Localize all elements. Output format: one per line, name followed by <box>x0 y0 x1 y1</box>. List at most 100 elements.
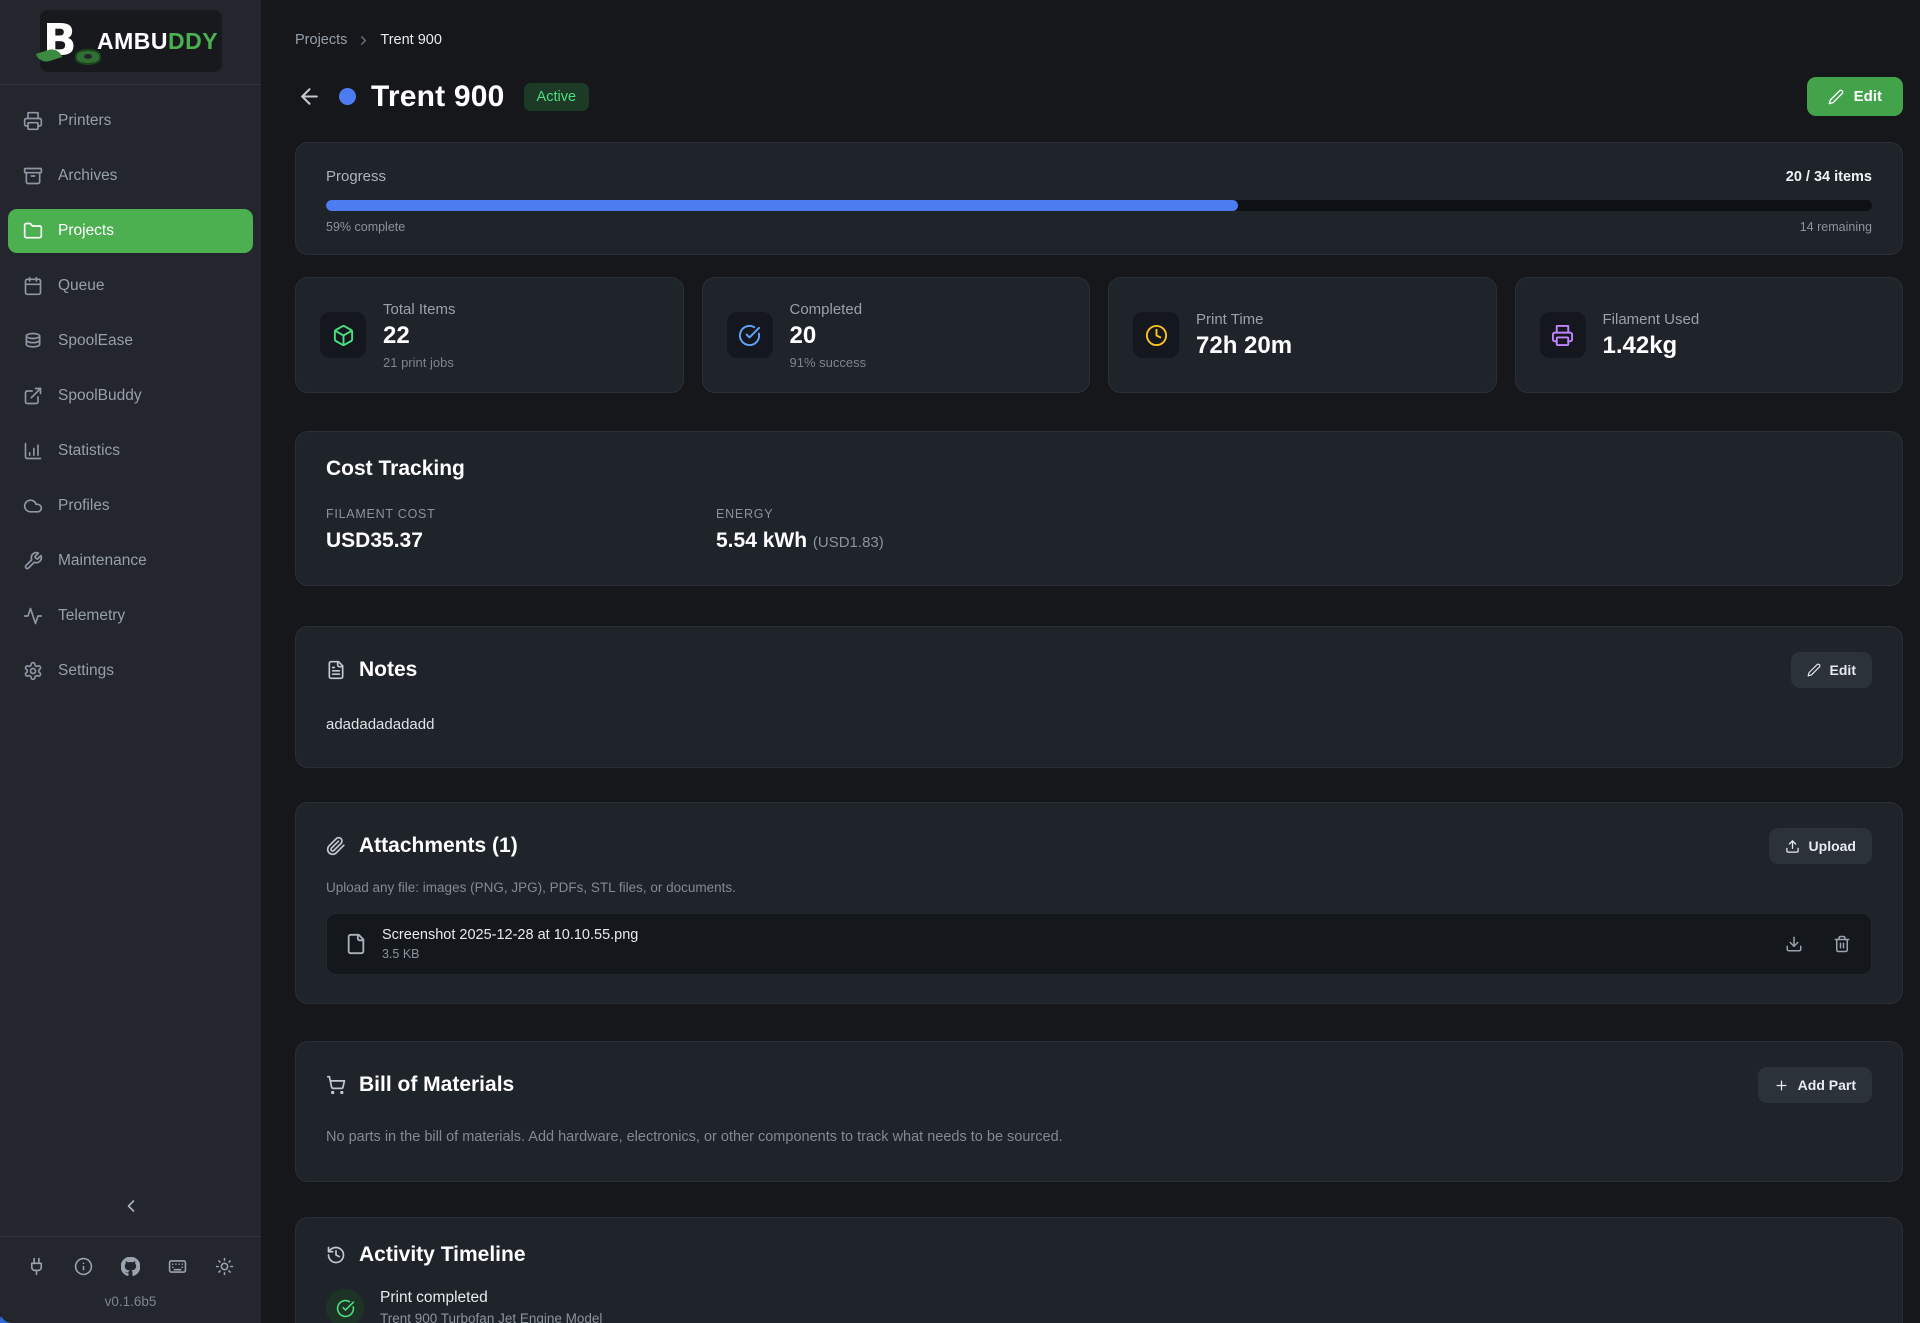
sidebar-item-statistics[interactable]: Statistics <box>8 429 253 473</box>
sidebar-item-label: Maintenance <box>58 552 147 570</box>
stat-icon-box <box>727 312 773 358</box>
project-status-dot <box>339 88 356 105</box>
shopping-cart-icon <box>326 1075 346 1095</box>
integrations-button[interactable] <box>25 1255 48 1278</box>
github-button[interactable] <box>119 1255 142 1278</box>
sidebar-item-printers[interactable]: Printers <box>8 99 253 143</box>
progress-card: Progress 20 / 34 items 59% complete 14 r… <box>295 142 1903 255</box>
sidebar-item-maintenance[interactable]: Maintenance <box>8 539 253 583</box>
archive-icon <box>23 166 43 186</box>
about-button[interactable] <box>72 1255 95 1278</box>
wrench-icon <box>23 551 43 571</box>
stat-label: Print Time <box>1196 311 1292 328</box>
attachments-hint: Upload any file: images (PNG, JPG), PDFs… <box>326 880 1872 895</box>
filament-cost-value: USD35.37 <box>326 529 716 553</box>
file-icon <box>345 933 367 955</box>
bom-empty-text: No parts in the bill of materials. Add h… <box>326 1129 1872 1145</box>
brand-mark-icon: B <box>43 17 91 65</box>
sidebar-item-projects[interactable]: Projects <box>8 209 253 253</box>
delete-attachment-button[interactable] <box>1831 933 1853 955</box>
logo-container: B AMBUDDY <box>0 0 261 85</box>
sidebar-item-spoolbuddy[interactable]: SpoolBuddy <box>8 374 253 418</box>
stat-value: 22 <box>383 322 456 350</box>
attachments-title: Attachments (1) <box>359 834 518 858</box>
stat-value: 1.42kg <box>1603 332 1700 360</box>
sidebar-item-archives[interactable]: Archives <box>8 154 253 198</box>
energy-value: 5.54 kWh (USD1.83) <box>716 529 1872 553</box>
sidebar-item-label: Settings <box>58 662 114 680</box>
back-button[interactable] <box>295 82 324 111</box>
stat-card-print-time: Print Time 72h 20m <box>1108 277 1497 393</box>
sidebar-item-label: Statistics <box>58 442 120 460</box>
edit-notes-button[interactable]: Edit <box>1791 652 1872 688</box>
theme-toggle-button[interactable] <box>213 1255 236 1278</box>
stat-value: 20 <box>790 322 867 350</box>
filament-cost-label: FILAMENT COST <box>326 507 716 521</box>
edit-project-button[interactable]: Edit <box>1807 77 1903 116</box>
plus-icon <box>1774 1078 1789 1093</box>
printer-icon <box>1551 324 1574 347</box>
progress-count: 20 / 34 items <box>1786 169 1872 185</box>
spool-icon <box>23 331 43 351</box>
activity-icon <box>23 606 43 626</box>
attachment-filesize: 3.5 KB <box>382 947 638 961</box>
cloud-icon <box>23 496 43 516</box>
stat-sub: 91% success <box>790 355 867 370</box>
activity-timeline-card: Activity Timeline Print completed Trent … <box>295 1217 1903 1323</box>
energy-block: ENERGY 5.54 kWh (USD1.83) <box>716 507 1872 553</box>
main-content: Projects Trent 900 Trent 900 Active Edit… <box>261 0 1920 1323</box>
breadcrumb: Projects Trent 900 <box>295 32 1903 48</box>
sidebar-item-profiles[interactable]: Profiles <box>8 484 253 528</box>
sidebar-footer: v0.1.6b5 <box>0 1236 261 1323</box>
external-link-icon <box>23 386 43 406</box>
progress-bar <box>326 200 1872 211</box>
attachment-filename[interactable]: Screenshot 2025-12-28 at 10.10.55.png <box>382 927 638 943</box>
printer-icon <box>23 111 43 131</box>
chevron-right-icon <box>356 33 371 48</box>
stats-row: Total Items 22 21 print jobs Completed 2… <box>295 277 1903 393</box>
sidebar-collapse-button[interactable] <box>111 1190 151 1222</box>
bom-title: Bill of Materials <box>359 1073 514 1097</box>
upload-button[interactable]: Upload <box>1769 828 1872 864</box>
progress-fill <box>326 200 1238 211</box>
shortcuts-button[interactable] <box>166 1255 189 1278</box>
stat-label: Total Items <box>383 301 456 318</box>
breadcrumb-projects-link[interactable]: Projects <box>295 32 347 48</box>
add-part-button[interactable]: Add Part <box>1758 1067 1872 1103</box>
page-title: Trent 900 <box>371 80 505 114</box>
stat-value: 72h 20m <box>1196 332 1292 360</box>
pencil-icon <box>1807 663 1821 677</box>
sidebar-item-label: Printers <box>58 112 111 130</box>
app-logo[interactable]: B AMBUDDY <box>40 10 222 72</box>
energy-cost-sub: (USD1.83) <box>813 534 884 551</box>
sidebar-item-label: Telemetry <box>58 607 125 625</box>
sidebar-item-queue[interactable]: Queue <box>8 264 253 308</box>
bill-of-materials-card: Bill of Materials Add Part No parts in t… <box>295 1041 1903 1182</box>
cost-tracking-title: Cost Tracking <box>326 457 1872 481</box>
progress-complete-text: 59% complete <box>326 220 405 234</box>
check-circle-icon <box>738 324 761 347</box>
stat-icon-box <box>320 312 366 358</box>
check-circle-icon <box>336 1299 355 1318</box>
event-icon-box <box>326 1289 364 1323</box>
sidebar-item-label: Queue <box>58 277 105 295</box>
timeline-event: Print completed Trent 900 Turbofan Jet E… <box>326 1289 1872 1323</box>
cost-tracking-card: Cost Tracking FILAMENT COST USD35.37 ENE… <box>295 431 1903 586</box>
paperclip-icon <box>326 836 346 856</box>
sidebar-item-settings[interactable]: Settings <box>8 649 253 693</box>
keyboard-icon <box>168 1257 187 1276</box>
notes-title: Notes <box>359 658 417 682</box>
sidebar-item-label: SpoolBuddy <box>58 387 142 405</box>
timeline-title: Activity Timeline <box>359 1243 526 1267</box>
stat-label: Filament Used <box>1603 311 1700 328</box>
pencil-icon <box>1828 89 1844 105</box>
progress-remaining-text: 14 remaining <box>1800 220 1872 234</box>
download-attachment-button[interactable] <box>1783 933 1805 955</box>
package-icon <box>332 324 355 347</box>
info-icon <box>74 1257 93 1276</box>
energy-label: ENERGY <box>716 507 1872 521</box>
sidebar-item-telemetry[interactable]: Telemetry <box>8 594 253 638</box>
upload-icon <box>1785 839 1800 854</box>
calendar-icon <box>23 276 43 296</box>
sidebar-item-spoolease[interactable]: SpoolEase <box>8 319 253 363</box>
